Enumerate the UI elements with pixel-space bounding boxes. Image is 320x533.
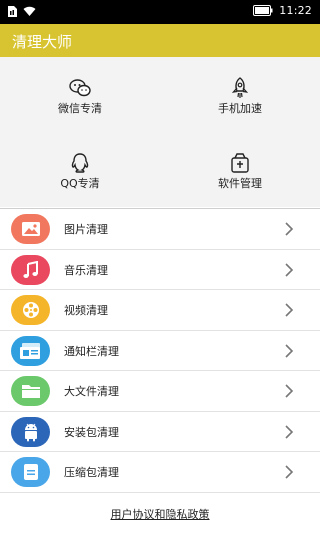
large-file-clean-label: 大文件清理 [64, 385, 119, 398]
chevron-right-icon [285, 262, 294, 277]
list-item-video-clean[interactable]: 视频清理 [0, 290, 320, 331]
android-icon [24, 423, 37, 441]
cleanup-list: 图片清理 音乐清理 视频清理 通知栏清理 大文件清理 安装包清理 压缩包清理 [0, 208, 320, 493]
video-badge [11, 295, 50, 325]
phone-speedup-button[interactable]: 手机加速 [160, 57, 320, 132]
footer: 用户协议和隐私政策 [0, 503, 320, 522]
app-title: 清理大师 [12, 33, 73, 51]
list-item-image-clean[interactable]: 图片清理 [0, 209, 320, 250]
sim-icon [8, 6, 17, 17]
chevron-right-icon [285, 222, 294, 236]
wechat-clean-button[interactable]: 微信专清 [0, 57, 160, 132]
chevron-right-icon [285, 424, 294, 439]
app-header: 清理大师 [0, 24, 320, 57]
apk-clean-label: 安装包清理 [64, 425, 119, 439]
app-manage-label: 软件管理 [218, 177, 262, 190]
wifi-icon [23, 6, 36, 16]
large-file-badge [11, 376, 50, 406]
status-left [8, 5, 36, 17]
apk-badge [11, 416, 50, 447]
qq-icon [71, 153, 89, 173]
chevron-right-icon [285, 384, 294, 398]
battery-icon [253, 5, 273, 16]
archive-clean-label: 压缩包清理 [64, 466, 119, 479]
qq-clean-button[interactable]: QQ专清 [0, 132, 160, 207]
folder-icon [21, 385, 40, 398]
image-badge [11, 214, 50, 244]
chevron-right-icon [285, 303, 294, 317]
qq-clean-label: QQ专清 [60, 177, 100, 190]
list-item-music-clean[interactable]: 音乐清理 [0, 249, 320, 290]
archive-badge [11, 457, 50, 487]
image-icon [21, 222, 40, 236]
film-reel-icon [22, 302, 39, 318]
music-badge [11, 254, 50, 285]
privacy-policy-link[interactable]: 用户协议和隐私政策 [111, 508, 210, 521]
wechat-clean-label: 微信专清 [58, 102, 102, 115]
rocket-icon [231, 77, 249, 98]
list-item-large-file-clean[interactable]: 大文件清理 [0, 371, 320, 412]
wechat-icon [69, 79, 91, 97]
feature-grid: 微信专清 手机加速 QQ专清 软件管理 [0, 57, 320, 207]
status-right: 11:22 [253, 4, 312, 17]
music-icon [22, 260, 38, 278]
app-manage-button[interactable]: 软件管理 [160, 132, 320, 207]
phone-speedup-label: 手机加速 [218, 102, 262, 115]
notification-badge [11, 335, 50, 366]
status-bar: 11:22 [0, 0, 320, 24]
image-clean-label: 图片清理 [64, 223, 108, 236]
status-time: 11:22 [279, 4, 312, 17]
app-box-icon [231, 153, 249, 173]
chevron-right-icon [285, 465, 294, 479]
archive-icon [23, 464, 38, 480]
music-clean-label: 音乐清理 [64, 263, 108, 277]
notification-bar-icon [19, 342, 40, 359]
chevron-right-icon [285, 343, 294, 358]
notification-clean-label: 通知栏清理 [64, 344, 119, 358]
list-item-apk-clean[interactable]: 安装包清理 [0, 411, 320, 452]
list-item-notification-clean[interactable]: 通知栏清理 [0, 330, 320, 371]
video-clean-label: 视频清理 [64, 304, 108, 317]
list-item-archive-clean[interactable]: 压缩包清理 [0, 452, 320, 493]
